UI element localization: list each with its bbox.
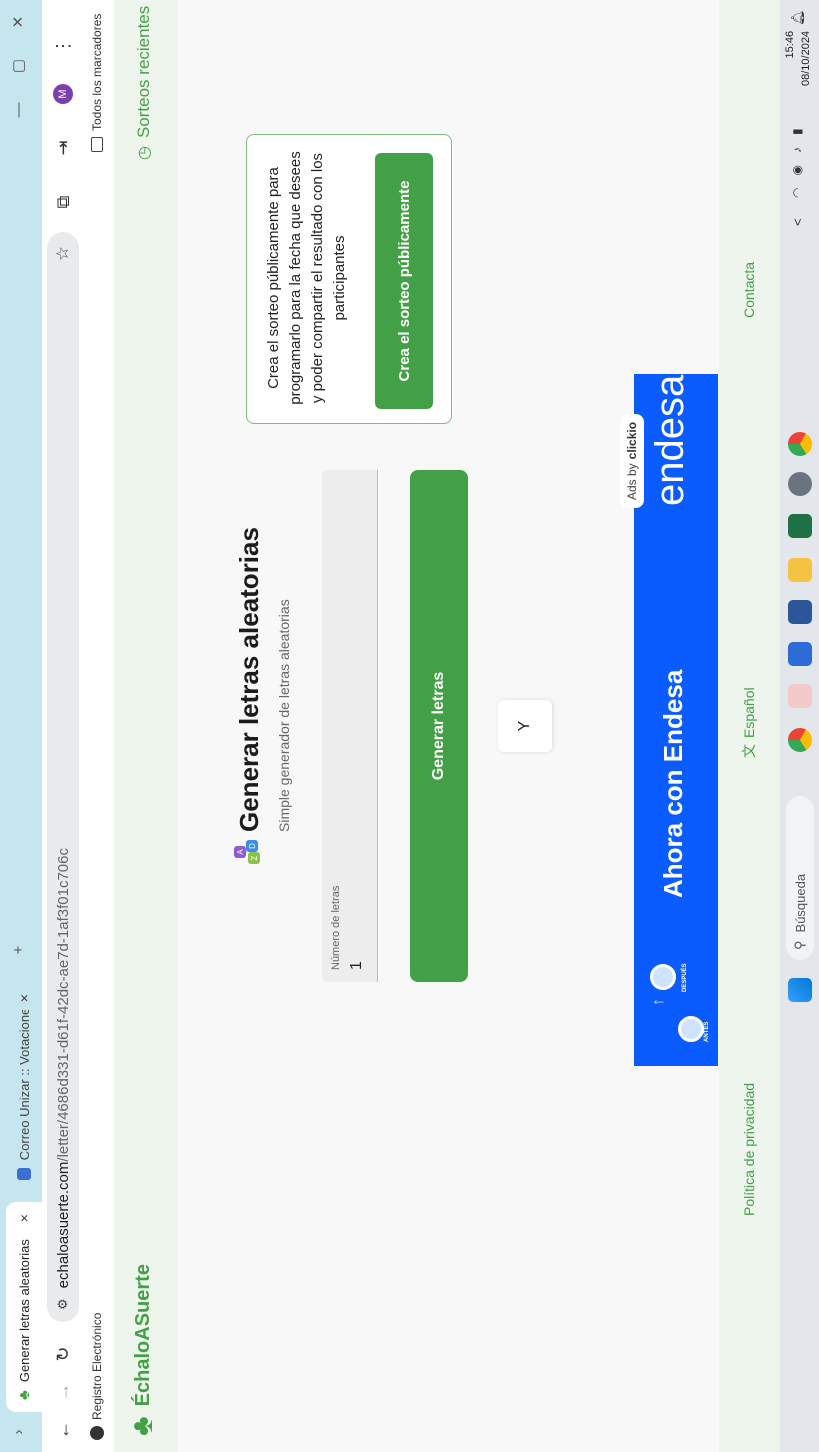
page-subtitle: Simple generador de letras aleatorias — [276, 599, 292, 832]
tab-title: Correo Unizar :: Votaciones del — [16, 1010, 32, 1161]
language-selector[interactable]: 文 Español — [739, 687, 759, 758]
logo-letter: A — [234, 846, 246, 858]
arrow-up-icon: ↑ — [650, 998, 667, 1006]
bookmark-star-icon[interactable]: ☆ — [53, 246, 73, 261]
excel-icon[interactable] — [788, 514, 812, 538]
close-window-icon[interactable]: ✕ — [0, 0, 36, 44]
tab-title: Generar letras aleatorias — [16, 1239, 32, 1383]
avatar: M — [53, 84, 73, 104]
menu-icon[interactable]: ⋮ — [50, 32, 76, 60]
result-letter: Y — [498, 700, 552, 752]
brand-name: ÉchaloASuerte — [131, 1264, 154, 1407]
ad-headline: Ahora con Endesa — [658, 669, 688, 898]
system-tray[interactable]: ◠ ◉ ♪ ▮ — [790, 128, 804, 198]
globe-icon — [90, 1426, 104, 1440]
battery-icon: ▮ — [790, 128, 804, 136]
all-bookmarks[interactable]: Todos los marcadores — [90, 14, 104, 152]
coin-icon — [650, 964, 676, 990]
logo-letter: Z — [248, 852, 260, 864]
contact-link[interactable]: Contacta — [741, 262, 757, 318]
maximize-icon[interactable]: ▢ — [0, 44, 36, 88]
tab-search-button[interactable]: › — [0, 1416, 36, 1448]
public-draw-text: Crea el sorteo públicamente para program… — [265, 151, 348, 405]
browser-toolbar: ← → ↻ ⚙ echaloasuerte.com/letter/4686d33… — [42, 0, 84, 1452]
bookmark-label: Registro Electrónico — [90, 1312, 104, 1420]
page-title: Generar letras aleatorias — [234, 527, 264, 832]
profile-avatar[interactable]: M — [50, 80, 76, 108]
tab-mail[interactable]: Correo Unizar :: Votaciones del × — [6, 982, 42, 1192]
search-icon: ⚲ — [792, 940, 807, 950]
clock-date: 08/10/2024 — [800, 30, 812, 86]
taskbar: ⚲ Búsqueda < ◠ ◉ ♪ ▮ 15:46 08/10/2024 🔔︎ — [780, 0, 819, 1452]
volume-icon: ♪ — [790, 147, 804, 154]
reload-icon[interactable]: ↻ — [50, 1340, 76, 1368]
file-explorer-icon[interactable] — [788, 558, 812, 582]
ad-tag[interactable]: Ads by clickio — [620, 413, 644, 508]
mail-icon — [17, 1168, 31, 1180]
all-bookmarks-label: Todos los marcadores — [90, 13, 104, 131]
ad-tag-prefix: Ads by — [625, 463, 639, 500]
site-info-icon[interactable]: ⚙ — [55, 1298, 71, 1310]
language-label: Español — [741, 687, 757, 738]
back-icon[interactable]: ← — [50, 1416, 76, 1444]
ad-banner[interactable]: ↑ ANTES DESPUÉS Ahora con Endesa endesa … — [620, 374, 718, 1066]
tray-overflow-icon[interactable]: < — [790, 218, 805, 226]
coins-illustration: ↑ ANTES DESPUÉS — [642, 952, 712, 1042]
taskbar-search-label: Búsqueda — [792, 873, 808, 933]
windows-start-icon[interactable] — [788, 978, 812, 1002]
calculator-icon[interactable] — [788, 642, 812, 666]
tab-active[interactable]: ♣ Generar letras aleatorias × — [6, 1202, 42, 1412]
site-header: ♣ ÉchaloASuerte ◷ Sorteos recientes — [114, 0, 178, 1452]
ad-before-label: ANTES — [704, 1021, 710, 1042]
generate-button[interactable]: Generar letras — [410, 470, 468, 982]
clock[interactable]: 15:46 08/10/2024 — [782, 31, 814, 86]
public-draw-card: Crea el sorteo públicamente para program… — [246, 134, 452, 424]
field-label: Número de letras — [330, 885, 342, 970]
settings-gear-icon[interactable] — [788, 472, 812, 496]
minimize-icon[interactable]: — — [0, 88, 36, 132]
notifications-icon[interactable]: 🔔︎ — [790, 9, 806, 26]
folder-icon — [91, 137, 103, 152]
coin-icon — [678, 1016, 704, 1042]
tab-strip: › ♣ Generar letras aleatorias × Correo U… — [0, 0, 42, 1452]
download-icon[interactable]: ⇥ — [50, 134, 76, 162]
ad-tag-brand: clickio — [625, 421, 639, 460]
site-footer: Política de privacidad 文 Español Contact… — [719, 0, 780, 1452]
history-icon: ◷ — [136, 146, 153, 160]
brand-link[interactable]: ♣ ÉchaloASuerte — [126, 1264, 159, 1436]
tab-close-icon[interactable]: × — [16, 1214, 32, 1222]
word-icon[interactable] — [788, 600, 812, 624]
letters-logo: A D Z — [234, 838, 268, 866]
chrome-profile-icon[interactable] — [788, 432, 812, 456]
forward-icon[interactable]: → — [50, 1378, 76, 1406]
screen: › ♣ Generar letras aleatorias × Correo U… — [0, 0, 819, 1452]
ad-brand: endesa — [648, 374, 692, 506]
ad-after-label: DESPUÉS — [682, 963, 688, 992]
tab-close-icon[interactable]: × — [16, 994, 32, 1002]
taskbar-search[interactable]: ⚲ Búsqueda — [786, 796, 814, 960]
extensions-icon[interactable]: ⧉ — [50, 188, 76, 216]
bookmarks-bar: Registro Electrónico Todos los marcadore… — [84, 0, 114, 1452]
recent-draws-link[interactable]: ◷ Sorteos recientes — [134, 6, 154, 160]
snipping-tool-icon[interactable] — [788, 684, 812, 708]
page: ♣ ÉchaloASuerte ◷ Sorteos recientes A D … — [114, 0, 780, 1452]
url-path: /letter/4686d331-d61f-42dc-ae7d-1af3f01c… — [54, 848, 72, 1162]
field-value: 1 — [348, 961, 365, 970]
logo-letter: D — [246, 840, 258, 852]
clock-time: 15:46 — [784, 30, 796, 59]
clover-icon: ♣ — [15, 1390, 33, 1400]
wifi-icon: ◉ — [790, 165, 804, 176]
new-tab-button[interactable]: + — [0, 928, 36, 972]
network-icon: ◠ — [790, 187, 804, 198]
chrome-icon[interactable] — [788, 728, 812, 752]
translate-icon: 文 — [741, 744, 757, 758]
address-bar[interactable]: ⚙ echaloasuerte.com/letter/4686d331-d61f… — [47, 232, 79, 1322]
letters-count-field[interactable]: Número de letras 1 — [322, 470, 378, 982]
recent-draws-label: Sorteos recientes — [134, 5, 153, 139]
url-host: echaloasuerte.com — [54, 1161, 72, 1289]
public-draw-button[interactable]: Crea el sorteo públicamente — [375, 153, 433, 409]
privacy-link[interactable]: Política de privacidad — [741, 1083, 757, 1216]
clover-icon: ♣ — [126, 1416, 159, 1436]
bookmark-item[interactable]: Registro Electrónico — [90, 1313, 104, 1440]
